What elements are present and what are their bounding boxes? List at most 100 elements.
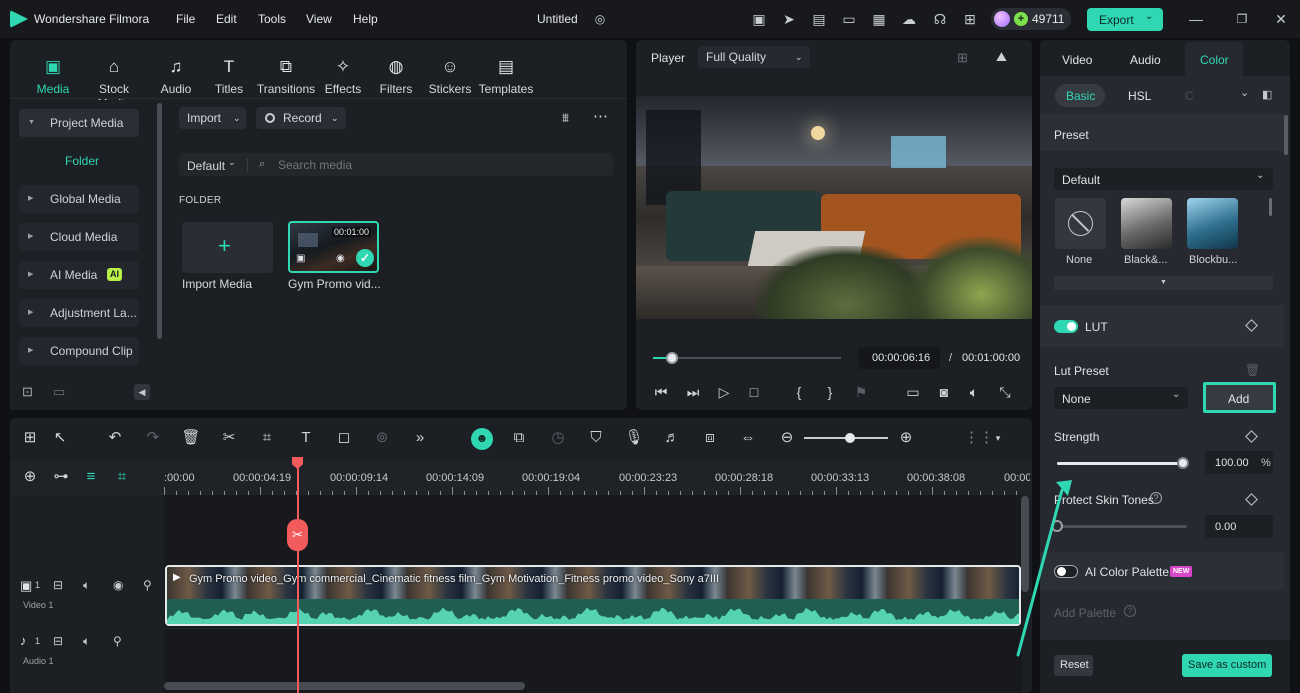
video-clip[interactable]: ▶ Gym Promo video_Gym commercial_Cinemat… — [165, 565, 1021, 626]
panel-scrollbar[interactable] — [1284, 115, 1288, 155]
media-clip-thumbnail[interactable]: 00:01:00 ▣ ◉ ✓ — [288, 221, 379, 273]
play-icon[interactable]: ▷ — [714, 382, 734, 402]
minimize-icon[interactable]: — — [1187, 10, 1205, 28]
mark-out-icon[interactable]: } — [820, 382, 840, 402]
layout-grid-icon[interactable]: ⊞ — [20, 428, 40, 448]
preset-scrollbar[interactable] — [1269, 198, 1272, 216]
subtab-curves[interactable]: C — [1185, 89, 1194, 103]
scopes-icon[interactable]: ⛰ — [996, 49, 1007, 65]
sidebar-item-adjustment-layer[interactable]: ▶ Adjustment La... — [19, 299, 139, 327]
menu-edit[interactable]: Edit — [216, 12, 237, 26]
more-tools-icon[interactable]: » — [410, 428, 430, 448]
text-tool-icon[interactable]: T — [296, 428, 316, 448]
strength-slider-knob[interactable] — [1177, 457, 1189, 469]
snapshot-icon[interactable]: ◙ — [934, 382, 954, 402]
folder-lock-icon[interactable]: ⊟ — [53, 578, 63, 592]
zoom-out-icon[interactable]: ⊖ — [777, 428, 797, 448]
subtab-basic[interactable]: Basic — [1055, 84, 1105, 107]
tab-titles[interactable]: T Titles — [199, 56, 259, 96]
preset-expand[interactable]: ▼ — [1054, 276, 1273, 290]
undo-icon[interactable]: ↶ — [105, 428, 125, 448]
folder-icon[interactable]: ▭ — [53, 384, 65, 400]
export-button[interactable]: Export ⌄ — [1087, 8, 1163, 31]
mask-icon[interactable]: ◻ — [334, 428, 354, 448]
fit-timeline-icon[interactable]: ⇔ — [738, 428, 758, 448]
close-icon[interactable]: ✕ — [1272, 10, 1290, 28]
playhead-line[interactable] — [297, 466, 299, 693]
playback-progress[interactable] — [653, 352, 841, 364]
maximize-icon[interactable]: ❐ — [1233, 10, 1251, 28]
skin-tones-input[interactable]: 0.00 — [1205, 515, 1273, 538]
link-icon[interactable]: ⊶ — [51, 467, 71, 487]
video-preview[interactable] — [636, 96, 1032, 319]
display-icon[interactable]: ▭ — [903, 382, 923, 402]
microphone-icon[interactable]: 🎙︎ — [624, 428, 644, 448]
magnet-icon[interactable]: ≡ — [81, 467, 101, 487]
grid-view-icon[interactable]: ⊞ — [957, 50, 968, 66]
sort-dropdown[interactable]: Default — [187, 159, 225, 173]
redo-icon[interactable]: ↷ — [143, 428, 163, 448]
strength-slider[interactable] — [1057, 457, 1189, 469]
document-icon[interactable]: ▤ — [810, 10, 828, 28]
lut-preset-dropdown[interactable]: None ⌄ — [1054, 387, 1188, 409]
zoom-slider[interactable] — [804, 433, 888, 443]
save-icon[interactable]: ▦ — [870, 10, 888, 28]
stop-icon[interactable]: □ — [744, 382, 764, 402]
timeline-scrollbar-horizontal[interactable] — [164, 682, 525, 690]
ai-assistant-icon[interactable]: ☻ — [471, 428, 493, 450]
tab-color[interactable]: Color — [1185, 42, 1243, 76]
strength-input[interactable]: 100.00 % — [1205, 451, 1273, 474]
volume-icon[interactable]: 🔈︎ — [964, 382, 984, 402]
headset-icon[interactable]: ☊ — [931, 10, 949, 28]
preset-dropdown[interactable]: Default ⌄ — [1054, 168, 1273, 190]
compare-view-icon[interactable]: ◧ — [1262, 88, 1272, 101]
snap-icon[interactable]: ⌗ — [112, 467, 132, 487]
quality-dropdown[interactable]: Full Quality ⌄ — [698, 46, 810, 68]
fullscreen-icon[interactable]: ⤡ — [995, 382, 1015, 402]
sidebar-folder[interactable]: Folder — [65, 154, 99, 168]
select-tool-icon[interactable]: ↖ — [50, 428, 70, 448]
menu-tools[interactable]: Tools — [258, 12, 286, 26]
collapse-sidebar-icon[interactable]: ◀ — [134, 384, 150, 400]
tab-audio-panel[interactable]: Audio — [1130, 53, 1161, 67]
cloud-upload-icon[interactable]: ☁ — [900, 10, 918, 28]
tab-stickers[interactable]: ☺ Stickers — [420, 56, 480, 96]
speed-icon[interactable]: ◷ — [548, 428, 568, 448]
sidebar-item-global-media[interactable]: ▶ Global Media — [19, 185, 139, 213]
tab-video[interactable]: Video — [1062, 53, 1092, 67]
menu-view[interactable]: View — [306, 12, 332, 26]
more-options-icon[interactable]: ⋯ — [593, 107, 608, 125]
chevron-down-icon[interactable]: ▾ — [988, 428, 1008, 448]
preset-black-white[interactable] — [1121, 198, 1172, 249]
sidebar-item-ai-media[interactable]: ▶ AI Media AI — [19, 261, 139, 289]
lut-toggle[interactable] — [1054, 320, 1078, 333]
marker-icon[interactable]: ⚑ — [851, 382, 871, 402]
add-lut-button[interactable]: Add — [1203, 382, 1276, 413]
menu-file[interactable]: File — [176, 12, 195, 26]
delete-icon[interactable]: 🗑︎ — [181, 428, 201, 448]
split-marker-icon[interactable]: ✂ — [287, 519, 308, 551]
tab-media[interactable]: ▣ Media — [23, 56, 83, 96]
menu-help[interactable]: Help — [353, 12, 378, 26]
mark-in-icon[interactable]: { — [789, 382, 809, 402]
sidebar-item-compound-clip[interactable]: ▶ Compound Clip — [19, 337, 139, 365]
preset-blockbuster[interactable] — [1187, 198, 1238, 249]
mute-magic-icon[interactable]: ⚲ — [113, 634, 122, 648]
gift-icon[interactable]: ▣ — [750, 10, 768, 28]
previous-frame-icon[interactable]: ⏮ — [651, 382, 671, 402]
track-options-icon[interactable]: ⋮⋮ — [964, 428, 994, 448]
tab-transitions[interactable]: ⧉ Transitions — [256, 56, 316, 96]
crop-icon[interactable]: ⌗ — [257, 428, 277, 448]
credits-badge[interactable]: + 49711 — [991, 8, 1071, 30]
search-input[interactable] — [278, 156, 598, 174]
layout-icon[interactable]: ▭ — [840, 10, 858, 28]
new-folder-icon[interactable]: ⊡ — [22, 384, 33, 400]
eye-icon[interactable]: ◉ — [113, 578, 123, 592]
record-dropdown[interactable]: Record ⌄ — [256, 107, 346, 129]
split-icon[interactable]: ✂ — [219, 428, 239, 448]
grid-apps-icon[interactable]: ⊞ — [961, 10, 979, 28]
subtab-hsl[interactable]: HSL — [1128, 89, 1151, 103]
add-track-icon[interactable]: ⊕ — [20, 467, 40, 487]
speaker-icon[interactable]: 🔈︎ — [83, 634, 90, 649]
color-match-icon[interactable]: ⊚ — [372, 428, 392, 448]
